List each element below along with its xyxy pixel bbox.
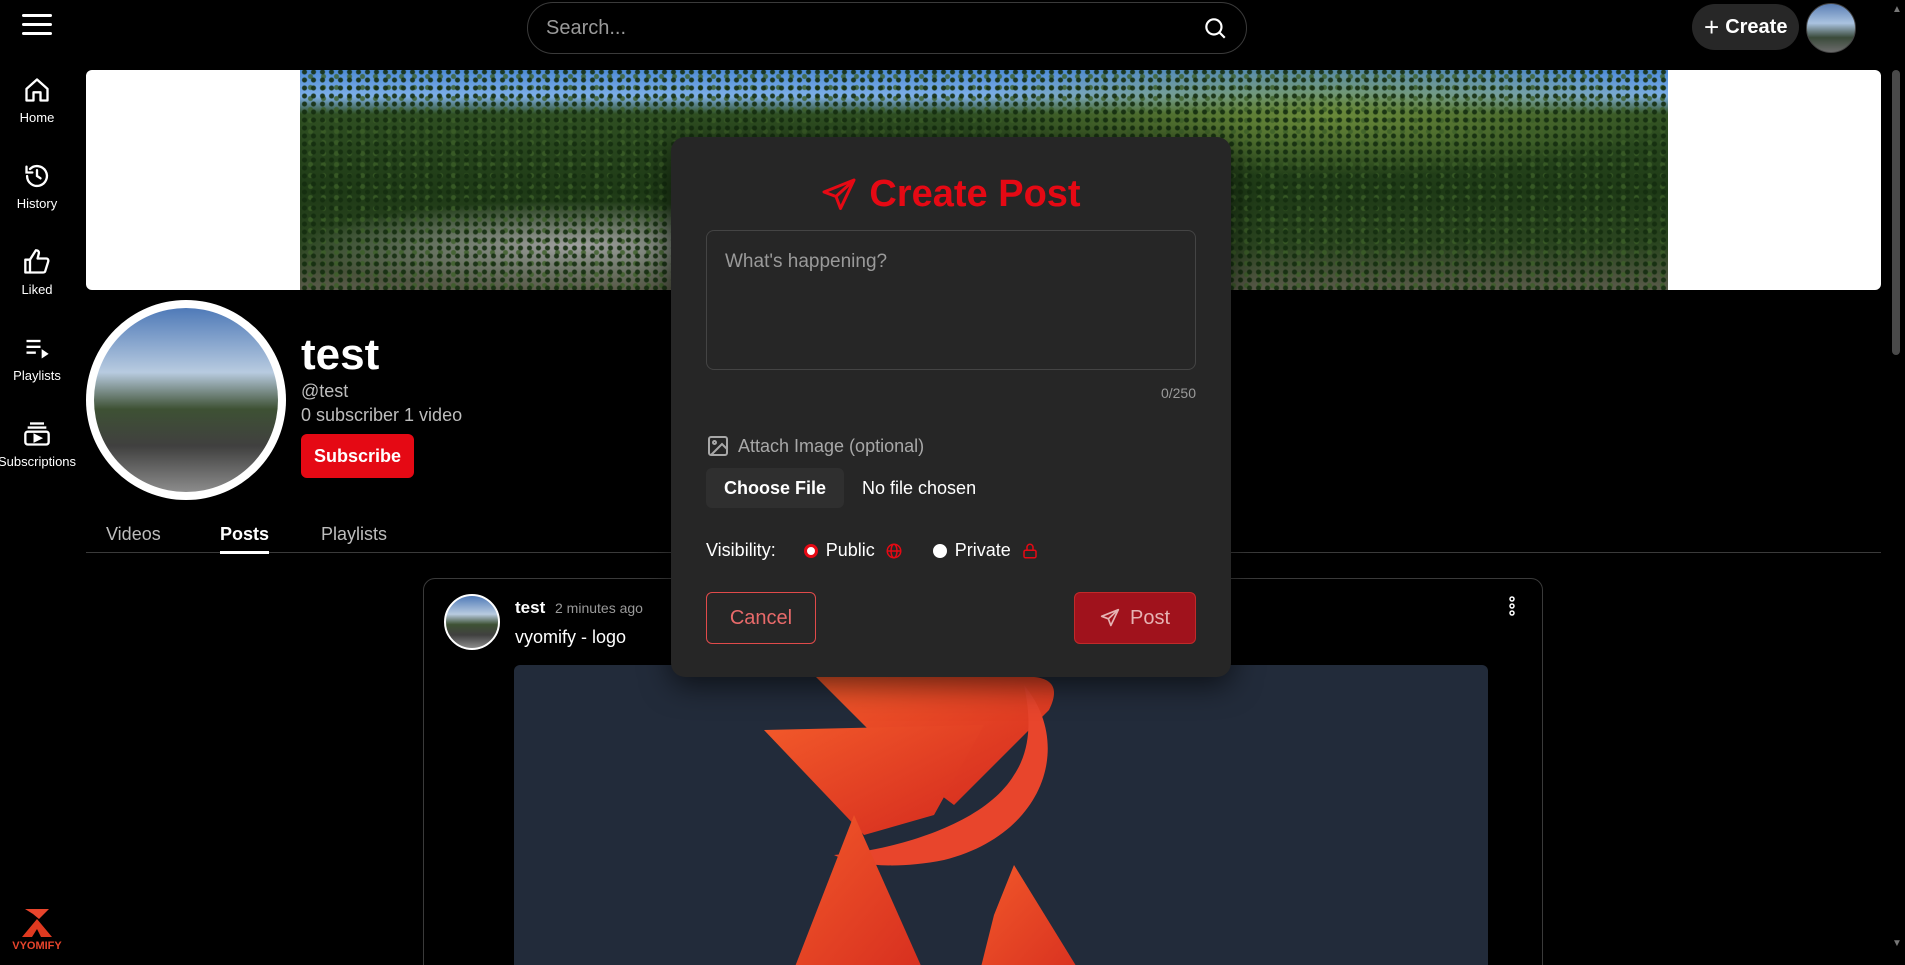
history-icon xyxy=(25,164,49,188)
scroll-thumb[interactable] xyxy=(1892,70,1900,355)
page-scrollbar[interactable]: ▲ ▼ xyxy=(1888,0,1905,965)
sidebar-item-label: Playlists xyxy=(13,368,61,383)
channel-name: test xyxy=(301,330,380,379)
globe-icon xyxy=(886,543,902,558)
vyomify-logo-image xyxy=(764,675,1076,965)
visibility-option-private[interactable]: Private xyxy=(932,540,1039,561)
choose-file-button[interactable]: Choose File xyxy=(706,468,845,508)
menu-button[interactable] xyxy=(22,14,52,38)
subscriptions-icon xyxy=(24,422,50,446)
plus-icon: + xyxy=(1704,12,1720,42)
scroll-up-icon[interactable]: ▲ xyxy=(1892,4,1902,15)
modal-header: Create Post xyxy=(671,173,1231,216)
search-input[interactable] xyxy=(546,16,1202,40)
search-bar xyxy=(527,2,1247,54)
post-timestamp: 2 minutes ago xyxy=(555,600,643,616)
sidebar-item-label: Subscriptions xyxy=(0,454,77,469)
sidebar-item-history[interactable]: History xyxy=(0,156,74,242)
tab-posts[interactable]: Posts xyxy=(220,524,270,554)
more-options-icon[interactable] xyxy=(1508,595,1516,617)
sidebar-item-label: Home xyxy=(19,110,55,125)
sidebar-item-subscriptions[interactable]: Subscriptions xyxy=(0,414,77,500)
brand-name: VYOMIFY xyxy=(12,940,62,952)
sidebar-item-liked[interactable]: Liked xyxy=(0,242,74,328)
post-content-textarea[interactable] xyxy=(706,230,1196,370)
visibility-label: Visibility: xyxy=(706,540,776,560)
post-button-label: Post xyxy=(1129,606,1171,629)
post-image xyxy=(514,665,1488,965)
menu-icon-bar xyxy=(22,23,52,26)
lock-icon xyxy=(1023,543,1037,558)
vyomify-logo-icon xyxy=(22,909,52,937)
menu-icon-bar xyxy=(22,32,52,35)
channel-avatar xyxy=(86,300,286,500)
create-button[interactable]: + Create xyxy=(1692,4,1800,50)
sidebar-item-home[interactable]: Home xyxy=(0,70,74,156)
search-icon[interactable] xyxy=(1202,15,1228,41)
file-input: Choose File No file chosen xyxy=(706,468,976,508)
private-label: Private xyxy=(954,540,1011,560)
menu-icon-bar xyxy=(22,14,52,17)
post-text: vyomify - logo xyxy=(515,627,627,647)
send-icon xyxy=(822,178,856,210)
user-avatar[interactable] xyxy=(1806,3,1856,53)
home-icon xyxy=(25,78,49,102)
modal-title: Create Post xyxy=(869,173,1081,215)
thumbs-up-icon xyxy=(24,249,50,274)
image-icon xyxy=(708,436,728,456)
visibility-selector: Visibility: Public Private xyxy=(706,540,1039,561)
post-button[interactable]: Post xyxy=(1074,592,1196,644)
tab-videos[interactable]: Videos xyxy=(106,524,161,551)
channel-stats: 0 subscriber 1 video xyxy=(301,405,463,425)
create-label: Create xyxy=(1725,15,1788,38)
sidebar-item-playlists[interactable]: Playlists xyxy=(0,328,74,414)
sidebar: Home History Liked Playlists Subscriptio… xyxy=(0,70,77,500)
attach-image-label: Attach Image (optional) xyxy=(706,434,924,458)
sidebar-item-label: Liked xyxy=(21,282,53,297)
post-username[interactable]: test xyxy=(515,598,545,618)
character-counter: 0/250 xyxy=(1160,385,1196,401)
subscribe-button[interactable]: Subscribe xyxy=(301,434,414,478)
tab-playlists[interactable]: Playlists xyxy=(321,524,387,551)
channel-handle: @test xyxy=(301,381,349,401)
private-radio[interactable] xyxy=(932,543,947,558)
send-icon xyxy=(1100,608,1120,627)
cancel-button[interactable]: Cancel xyxy=(706,592,816,644)
brand-logo[interactable]: VYOMIFY xyxy=(6,905,68,952)
scroll-down-icon[interactable]: ▼ xyxy=(1892,938,1902,949)
public-label: Public xyxy=(825,540,875,560)
attach-image-text: Attach Image (optional) xyxy=(738,435,925,456)
sidebar-item-label: History xyxy=(16,196,58,211)
public-radio[interactable] xyxy=(803,543,818,558)
visibility-option-public[interactable]: Public xyxy=(803,540,903,561)
file-status: No file chosen xyxy=(862,477,977,498)
playlist-icon xyxy=(26,339,49,359)
post-avatar[interactable] xyxy=(444,594,500,650)
create-post-modal: Create Post 0/250 Attach Image (optional… xyxy=(671,137,1231,677)
